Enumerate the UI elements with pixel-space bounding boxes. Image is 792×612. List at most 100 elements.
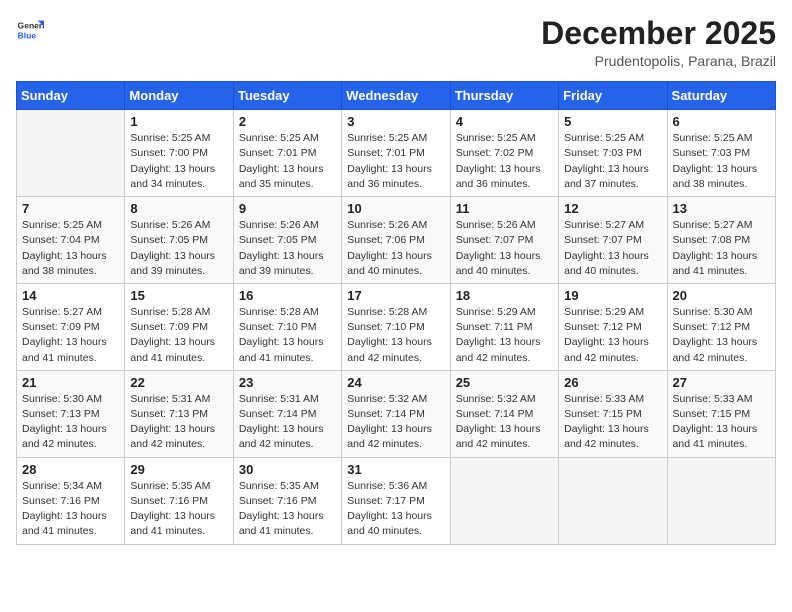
day-number: 30 [239, 462, 336, 477]
calendar-cell: 18Sunrise: 5:29 AM Sunset: 7:11 PM Dayli… [450, 283, 558, 370]
weekday-header-row: SundayMondayTuesdayWednesdayThursdayFrid… [17, 82, 776, 110]
day-info: Sunrise: 5:35 AM Sunset: 7:16 PM Dayligh… [130, 479, 227, 540]
calendar-cell: 10 Sunrise: 5:26 AM Sunset: 7:06 PM Dayli… [342, 197, 450, 284]
calendar-cell: 19 Sunrise: 5:29 AM Sunset: 7:12 PM Dayli… [559, 283, 667, 370]
calendar-cell: 2 Sunrise: 5:25 AM Sunset: 7:01 PM Daylig… [233, 110, 341, 197]
calendar-cell: 25Sunrise: 5:32 AM Sunset: 7:14 PM Dayli… [450, 370, 558, 457]
weekday-header-sunday: Sunday [17, 82, 125, 110]
day-number: 13 [673, 201, 770, 216]
calendar-cell: 30 Sunrise: 5:35 AM Sunset: 7:16 PM Dayli… [233, 457, 341, 544]
day-number: 2 [239, 114, 336, 129]
day-info: Sunrise: 5:25 AM Sunset: 7:01 PM Dayligh… [239, 131, 336, 192]
day-info: Sunrise: 5:36 AM Sunset: 7:17 PM Dayligh… [347, 479, 444, 540]
day-number: 29 [130, 462, 227, 477]
day-info: Sunrise: 5:25 AM Sunset: 7:03 PM Dayligh… [673, 131, 770, 192]
calendar-cell: 21 Sunrise: 5:30 AM Sunset: 7:13 PM Dayli… [17, 370, 125, 457]
week-row-2: 7 Sunrise: 5:25 AM Sunset: 7:04 PM Daylig… [17, 197, 776, 284]
calendar-cell: 22 Sunrise: 5:31 AM Sunset: 7:13 PM Dayli… [125, 370, 233, 457]
weekday-header-monday: Monday [125, 82, 233, 110]
calendar-cell: 7 Sunrise: 5:25 AM Sunset: 7:04 PM Daylig… [17, 197, 125, 284]
calendar-cell: 17 Sunrise: 5:28 AM Sunset: 7:10 PM Dayli… [342, 283, 450, 370]
day-number: 20 [673, 288, 770, 303]
weekday-header-thursday: Thursday [450, 82, 558, 110]
logo-icon: General Blue [16, 16, 44, 44]
logo: General Blue [16, 16, 44, 44]
day-info: Sunrise: 5:28 AM Sunset: 7:10 PM Dayligh… [239, 305, 336, 366]
title-area: December 2025 Prudentopolis, Parana, Bra… [541, 16, 776, 69]
week-row-1: 1 Sunrise: 5:25 AM Sunset: 7:00 PM Daylig… [17, 110, 776, 197]
location-title: Prudentopolis, Parana, Brazil [541, 53, 776, 69]
page-header: General Blue December 2025 Prudentopolis… [16, 16, 776, 69]
day-number: 12 [564, 201, 661, 216]
calendar-cell: 4 Sunrise: 5:25 AM Sunset: 7:02 PM Daylig… [450, 110, 558, 197]
day-number: 8 [130, 201, 227, 216]
day-info: Sunrise: 5:27 AM Sunset: 7:09 PM Dayligh… [22, 305, 119, 366]
day-number: 15 [130, 288, 227, 303]
calendar-cell: 27 Sunrise: 5:33 AM Sunset: 7:15 PM Dayli… [667, 370, 775, 457]
day-number: 9 [239, 201, 336, 216]
calendar-cell: 9 Sunrise: 5:26 AM Sunset: 7:05 PM Daylig… [233, 197, 341, 284]
day-info: Sunrise: 5:26 AM Sunset: 7:05 PM Dayligh… [239, 218, 336, 279]
day-info: Sunrise: 5:29 AM Sunset: 7:11 PM Dayligh… [456, 305, 553, 366]
day-number: 21 [22, 375, 119, 390]
day-info: Sunrise: 5:29 AM Sunset: 7:12 PM Dayligh… [564, 305, 661, 366]
day-info: Sunrise: 5:30 AM Sunset: 7:13 PM Dayligh… [22, 392, 119, 453]
calendar-cell: 13 Sunrise: 5:27 AM Sunset: 7:08 PM Dayli… [667, 197, 775, 284]
weekday-header-tuesday: Tuesday [233, 82, 341, 110]
day-number: 17 [347, 288, 444, 303]
day-number: 24 [347, 375, 444, 390]
day-number: 16 [239, 288, 336, 303]
week-row-4: 21 Sunrise: 5:30 AM Sunset: 7:13 PM Dayli… [17, 370, 776, 457]
calendar-cell: 28Sunrise: 5:34 AM Sunset: 7:16 PM Dayli… [17, 457, 125, 544]
calendar-cell: 24 Sunrise: 5:32 AM Sunset: 7:14 PM Dayli… [342, 370, 450, 457]
calendar-cell: 1 Sunrise: 5:25 AM Sunset: 7:00 PM Daylig… [125, 110, 233, 197]
day-info: Sunrise: 5:33 AM Sunset: 7:15 PM Dayligh… [673, 392, 770, 453]
day-number: 1 [130, 114, 227, 129]
day-number: 22 [130, 375, 227, 390]
calendar-cell: 29 Sunrise: 5:35 AM Sunset: 7:16 PM Dayli… [125, 457, 233, 544]
day-info: Sunrise: 5:25 AM Sunset: 7:00 PM Dayligh… [130, 131, 227, 192]
calendar-table: SundayMondayTuesdayWednesdayThursdayFrid… [16, 81, 776, 544]
calendar-cell: 23Sunrise: 5:31 AM Sunset: 7:14 PM Dayli… [233, 370, 341, 457]
calendar-cell [450, 457, 558, 544]
calendar-cell: 26 Sunrise: 5:33 AM Sunset: 7:15 PM Dayli… [559, 370, 667, 457]
weekday-header-friday: Friday [559, 82, 667, 110]
day-number: 28 [22, 462, 119, 477]
day-number: 10 [347, 201, 444, 216]
day-info: Sunrise: 5:33 AM Sunset: 7:15 PM Dayligh… [564, 392, 661, 453]
day-info: Sunrise: 5:25 AM Sunset: 7:02 PM Dayligh… [456, 131, 553, 192]
calendar-cell: 6 Sunrise: 5:25 AM Sunset: 7:03 PM Daylig… [667, 110, 775, 197]
day-info: Sunrise: 5:27 AM Sunset: 7:08 PM Dayligh… [673, 218, 770, 279]
calendar-cell: 8Sunrise: 5:26 AM Sunset: 7:05 PM Daylig… [125, 197, 233, 284]
day-number: 14 [22, 288, 119, 303]
calendar-cell: 15 Sunrise: 5:28 AM Sunset: 7:09 PM Dayli… [125, 283, 233, 370]
calendar-cell: 3Sunrise: 5:25 AM Sunset: 7:01 PM Daylig… [342, 110, 450, 197]
day-info: Sunrise: 5:32 AM Sunset: 7:14 PM Dayligh… [347, 392, 444, 453]
calendar-cell: 14 Sunrise: 5:27 AM Sunset: 7:09 PM Dayli… [17, 283, 125, 370]
day-info: Sunrise: 5:25 AM Sunset: 7:01 PM Dayligh… [347, 131, 444, 192]
day-number: 26 [564, 375, 661, 390]
day-number: 7 [22, 201, 119, 216]
day-info: Sunrise: 5:26 AM Sunset: 7:06 PM Dayligh… [347, 218, 444, 279]
day-info: Sunrise: 5:31 AM Sunset: 7:13 PM Dayligh… [130, 392, 227, 453]
day-info: Sunrise: 5:35 AM Sunset: 7:16 PM Dayligh… [239, 479, 336, 540]
calendar-cell [667, 457, 775, 544]
calendar-cell: 31 Sunrise: 5:36 AM Sunset: 7:17 PM Dayli… [342, 457, 450, 544]
day-info: Sunrise: 5:32 AM Sunset: 7:14 PM Dayligh… [456, 392, 553, 453]
day-info: Sunrise: 5:28 AM Sunset: 7:09 PM Dayligh… [130, 305, 227, 366]
day-number: 31 [347, 462, 444, 477]
day-number: 6 [673, 114, 770, 129]
calendar-cell: 16 Sunrise: 5:28 AM Sunset: 7:10 PM Dayli… [233, 283, 341, 370]
day-number: 23 [239, 375, 336, 390]
day-number: 4 [456, 114, 553, 129]
calendar-cell [559, 457, 667, 544]
day-number: 11 [456, 201, 553, 216]
day-number: 19 [564, 288, 661, 303]
day-number: 5 [564, 114, 661, 129]
day-info: Sunrise: 5:28 AM Sunset: 7:10 PM Dayligh… [347, 305, 444, 366]
week-row-3: 14 Sunrise: 5:27 AM Sunset: 7:09 PM Dayli… [17, 283, 776, 370]
calendar-cell [17, 110, 125, 197]
day-number: 27 [673, 375, 770, 390]
week-row-5: 28Sunrise: 5:34 AM Sunset: 7:16 PM Dayli… [17, 457, 776, 544]
day-info: Sunrise: 5:25 AM Sunset: 7:04 PM Dayligh… [22, 218, 119, 279]
